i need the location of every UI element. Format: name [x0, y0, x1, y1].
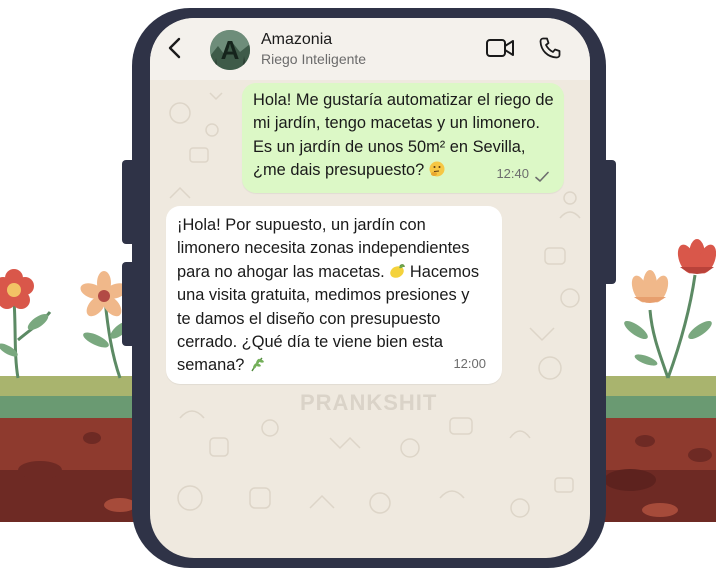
chevron-left-icon[interactable]	[164, 36, 186, 60]
right-flowers	[624, 239, 716, 379]
video-camera-icon[interactable]	[485, 37, 515, 59]
avatar-letter: A	[220, 35, 240, 65]
watermark: PRANKSHIT	[300, 390, 438, 415]
contact-status: Riego Inteligente	[261, 51, 367, 67]
left-flowers	[0, 269, 130, 379]
lemon-emoji-icon	[390, 263, 406, 278]
chat-screen: A Amazonia Riego Inteligente Hola! Me gu…	[150, 18, 590, 558]
check-icon	[535, 171, 549, 182]
chat-header: A Amazonia Riego Inteligente	[150, 18, 590, 80]
avatar[interactable]: A	[210, 30, 250, 70]
message-time: 12:40	[496, 165, 529, 181]
outgoing-message-bubble[interactable]: Hola! Me gustaría automatizar el riego d…	[242, 83, 564, 193]
contact-name[interactable]: Amazonia	[261, 31, 332, 49]
thinking-face-emoji-icon	[429, 161, 445, 177]
message-text: ¡Hola! Por supuesto, un jardín con limon…	[177, 216, 480, 375]
incoming-message-bubble[interactable]: ¡Hola! Por supuesto, un jardín con limon…	[166, 206, 502, 384]
message-time: 12:00	[453, 355, 486, 371]
phone-icon[interactable]	[538, 36, 562, 60]
herb-emoji-icon	[251, 357, 264, 372]
